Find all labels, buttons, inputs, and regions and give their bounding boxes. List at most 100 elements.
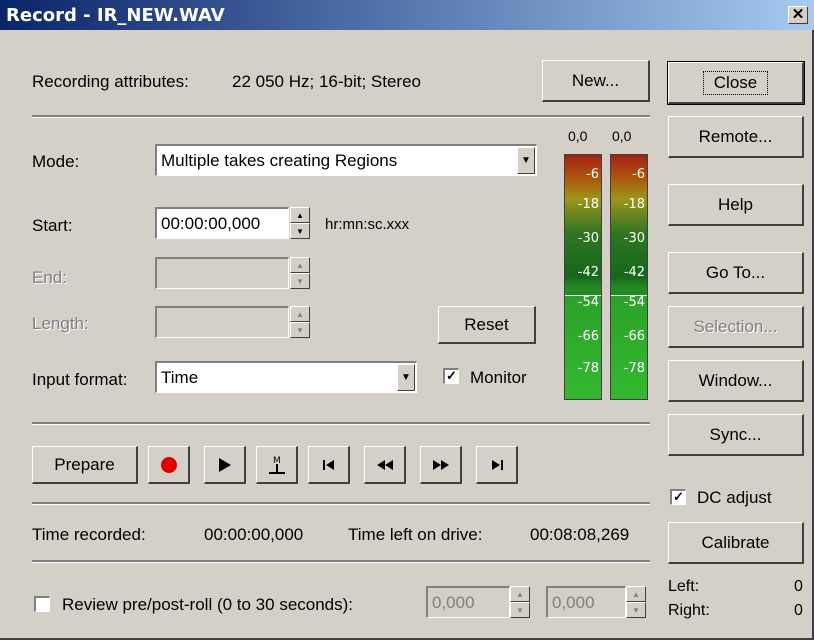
play-icon bbox=[218, 457, 231, 472]
go-to-end-button[interactable] bbox=[476, 446, 518, 484]
input-format-dropdown[interactable]: Time ▼ bbox=[155, 361, 417, 393]
remote-button[interactable]: Remote... bbox=[668, 116, 804, 158]
input-format-value: Time bbox=[161, 367, 199, 387]
selection-button[interactable]: Selection... bbox=[668, 306, 804, 348]
help-button[interactable]: Help bbox=[668, 184, 804, 226]
new-button-label: New... bbox=[571, 70, 620, 90]
fast-forward-button[interactable] bbox=[420, 446, 462, 484]
length-field[interactable] bbox=[155, 306, 289, 338]
window-button[interactable]: Window... bbox=[668, 360, 804, 402]
post-roll-stepper[interactable]: ▲ ▼ bbox=[626, 586, 646, 618]
meter-scale-label: -54 bbox=[623, 295, 645, 310]
sync-button-label: Sync... bbox=[709, 424, 762, 444]
prepare-button-label: Prepare bbox=[54, 454, 115, 474]
new-button[interactable]: New... bbox=[542, 60, 650, 102]
dc-adjust-label: DC adjust bbox=[697, 488, 772, 507]
time-left-label: Time left on drive: bbox=[348, 525, 483, 544]
length-label: Length: bbox=[32, 314, 89, 333]
start-field[interactable]: 00:00:00,000 bbox=[155, 207, 289, 239]
pre-roll-field[interactable]: 0,000 bbox=[426, 586, 510, 618]
marker-icon: M bbox=[268, 456, 285, 474]
close-icon[interactable]: ✕ bbox=[788, 6, 808, 24]
start-label: Start: bbox=[32, 216, 73, 235]
meter-scale-label: -78 bbox=[577, 361, 599, 376]
start-value: 00:00:00,000 bbox=[161, 213, 261, 233]
meter-scale-label: -42 bbox=[623, 265, 645, 280]
spin-down-icon[interactable]: ▼ bbox=[626, 602, 646, 618]
spin-down-icon[interactable]: ▼ bbox=[290, 223, 310, 239]
separator bbox=[32, 115, 650, 118]
meter-scale-label: -54 bbox=[577, 295, 599, 310]
go-to-start-button[interactable] bbox=[308, 446, 350, 484]
go-to-start-icon bbox=[322, 459, 334, 470]
time-left-value: 00:08:08,269 bbox=[530, 525, 630, 544]
rewind-button[interactable] bbox=[364, 446, 406, 484]
spin-up-icon[interactable]: ▲ bbox=[510, 586, 530, 602]
record-button[interactable] bbox=[148, 446, 190, 484]
marker-button[interactable]: M bbox=[256, 446, 298, 484]
close-button[interactable]: Close bbox=[667, 61, 805, 105]
prepare-button[interactable]: Prepare bbox=[32, 446, 138, 484]
selection-button-label: Selection... bbox=[693, 316, 778, 336]
review-checkbox[interactable] bbox=[34, 596, 50, 612]
recording-attributes-value: 22 050 Hz; 16-bit; Stereo bbox=[232, 72, 422, 91]
record-icon bbox=[160, 456, 177, 473]
level-meter-right: -6 -18 -30 -42 -54 -66 -78 bbox=[610, 154, 648, 400]
input-format-label: Input format: bbox=[32, 370, 128, 389]
goto-button[interactable]: Go To... bbox=[668, 252, 804, 294]
chevron-down-icon[interactable]: ▼ bbox=[517, 147, 535, 174]
sync-button[interactable]: Sync... bbox=[668, 414, 804, 456]
separator bbox=[32, 422, 650, 425]
spin-up-icon[interactable]: ▲ bbox=[290, 257, 310, 273]
spin-down-icon[interactable]: ▼ bbox=[290, 322, 310, 338]
start-stepper[interactable]: ▲ ▼ bbox=[290, 207, 310, 239]
window-button-label: Window... bbox=[698, 370, 773, 390]
reset-button-label: Reset bbox=[464, 314, 509, 334]
right-level-label: Right: bbox=[668, 602, 710, 619]
right-level-value: 0 bbox=[794, 602, 803, 619]
spin-down-icon[interactable]: ▼ bbox=[290, 273, 310, 289]
meter-scale-label: -18 bbox=[623, 197, 645, 212]
reset-button[interactable]: Reset bbox=[438, 306, 536, 344]
spin-up-icon[interactable]: ▲ bbox=[290, 306, 310, 322]
rewind-icon bbox=[376, 459, 393, 470]
meter-scale-label: -30 bbox=[623, 231, 645, 246]
window-title: Record - IR_NEW.WAV bbox=[6, 5, 225, 26]
start-unit: hr:mn:sc.xxx bbox=[325, 216, 410, 233]
peak-right-value: 0,0 bbox=[612, 128, 632, 144]
play-button[interactable] bbox=[204, 446, 246, 484]
pre-roll-stepper[interactable]: ▲ ▼ bbox=[510, 586, 530, 618]
meter-scale-label: -30 bbox=[577, 231, 599, 246]
help-button-label: Help bbox=[718, 194, 753, 214]
meter-scale-label: -6 bbox=[586, 167, 599, 182]
mode-dropdown[interactable]: Multiple takes creating Regions ▼ bbox=[155, 144, 537, 176]
go-to-end-icon bbox=[491, 459, 503, 470]
remote-button-label: Remote... bbox=[698, 126, 773, 146]
end-field[interactable] bbox=[155, 257, 289, 289]
monitor-label: Monitor bbox=[470, 368, 527, 387]
meter-scale-label: -18 bbox=[577, 197, 599, 212]
monitor-checkbox[interactable]: ✓ bbox=[443, 368, 459, 384]
review-label: Review pre/post-roll (0 to 30 seconds): bbox=[62, 595, 354, 614]
separator bbox=[32, 560, 650, 563]
spin-up-icon[interactable]: ▲ bbox=[626, 586, 646, 602]
chevron-down-icon[interactable]: ▼ bbox=[397, 364, 415, 391]
length-stepper[interactable]: ▲ ▼ bbox=[290, 306, 310, 338]
calibrate-button[interactable]: Calibrate bbox=[668, 522, 804, 564]
dc-adjust-checkbox[interactable]: ✓ bbox=[670, 489, 686, 505]
meter-scale-label: -78 bbox=[623, 361, 645, 376]
separator bbox=[32, 502, 650, 505]
level-meter-left: -6 -18 -30 -42 -54 -66 -78 bbox=[564, 154, 602, 400]
pre-roll-value: 0,000 bbox=[432, 592, 475, 612]
time-recorded-label: Time recorded: bbox=[32, 525, 146, 544]
end-stepper[interactable]: ▲ ▼ bbox=[290, 257, 310, 289]
spin-up-icon[interactable]: ▲ bbox=[290, 207, 310, 223]
post-roll-field[interactable]: 0,000 bbox=[546, 586, 626, 618]
left-level-label: Left: bbox=[668, 578, 700, 595]
peak-left-value: 0,0 bbox=[568, 128, 588, 144]
recording-attributes-label: Recording attributes: bbox=[32, 72, 189, 91]
spin-down-icon[interactable]: ▼ bbox=[510, 602, 530, 618]
close-button-label: Close bbox=[702, 70, 769, 95]
meter-scale-label: -66 bbox=[623, 329, 645, 344]
time-recorded-value: 00:00:00,000 bbox=[204, 525, 304, 544]
